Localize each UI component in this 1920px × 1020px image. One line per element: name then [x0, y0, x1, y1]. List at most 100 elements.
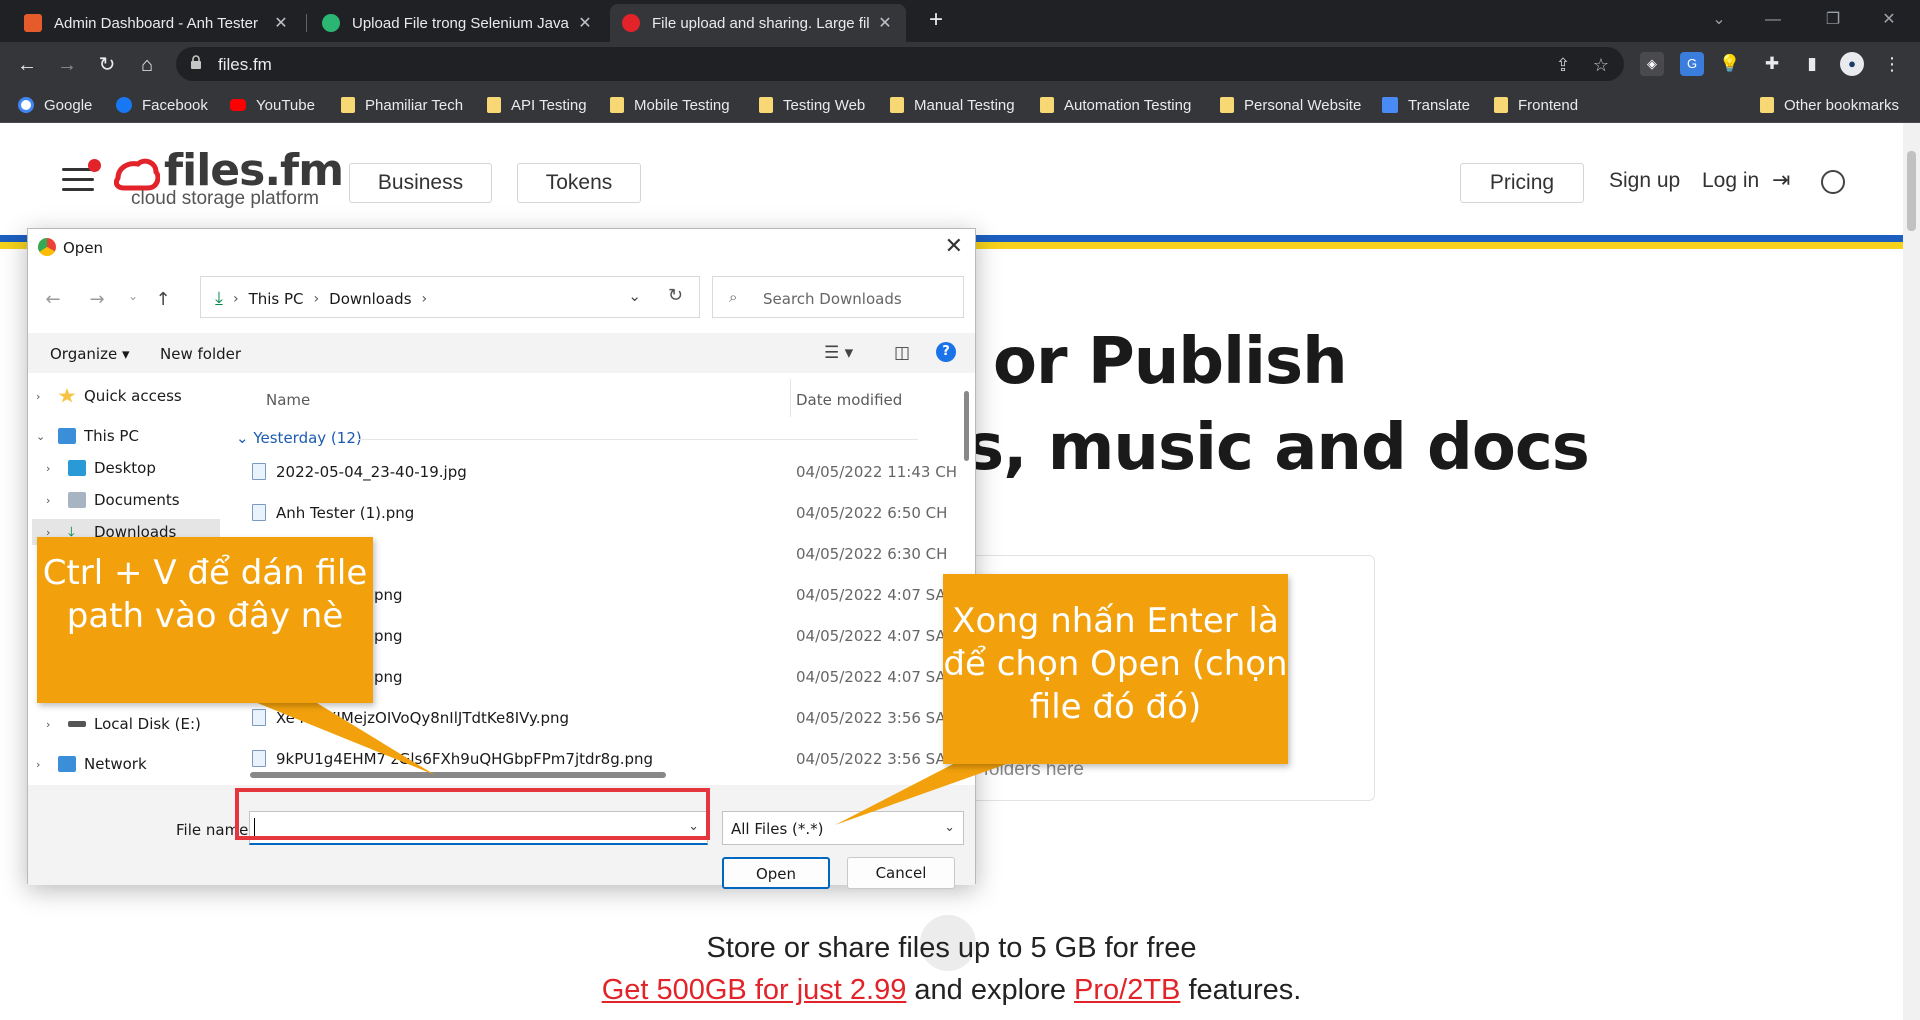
- nav-documents[interactable]: › Documents: [46, 487, 180, 513]
- column-divider[interactable]: [790, 379, 791, 417]
- bookmark-automation-testing[interactable]: Automation Testing: [1040, 94, 1191, 116]
- expand-arrow-icon[interactable]: ⌄: [36, 430, 50, 443]
- column-header-date-modified[interactable]: Date modified: [796, 391, 902, 409]
- page-scrollbar[interactable]: [1903, 123, 1920, 1020]
- get-500gb-link[interactable]: Get 500GB for just 2.99: [602, 974, 907, 1006]
- dialog-close-icon[interactable]: ✕: [945, 234, 963, 259]
- open-button[interactable]: Open: [722, 857, 830, 889]
- share-icon[interactable]: ⇪: [1552, 54, 1574, 76]
- right-callout: Xong nhấn Enter là để chọn Open (chọn fi…: [943, 574, 1288, 764]
- signup-link[interactable]: Sign up: [1609, 169, 1680, 193]
- business-button[interactable]: Business: [349, 163, 492, 203]
- menu-kebab-icon[interactable]: ⋮: [1880, 52, 1904, 76]
- organize-button[interactable]: Organize ▾: [50, 345, 130, 363]
- bookmark-testing-web[interactable]: Testing Web: [759, 94, 865, 116]
- up-folder-icon[interactable]: ↑: [152, 289, 174, 310]
- bookmark-manual-testing[interactable]: Manual Testing: [890, 94, 1015, 116]
- translate-extension-icon[interactable]: G: [1680, 52, 1704, 76]
- search-downloads-input[interactable]: ⌕ Search Downloads: [712, 276, 964, 318]
- login-link[interactable]: Log in: [1702, 169, 1759, 193]
- cancel-button[interactable]: Cancel: [847, 857, 955, 889]
- file-list-vertical-scrollbar[interactable]: [964, 391, 969, 461]
- dialog-title: Open: [63, 239, 104, 257]
- scrollbar-thumb[interactable]: [1907, 151, 1916, 231]
- language-globe-icon[interactable]: [1821, 170, 1845, 194]
- bookmark-mobile-testing[interactable]: Mobile Testing: [610, 94, 730, 116]
- nav-quick-access[interactable]: › Quick access: [36, 383, 182, 409]
- tab-close-icon[interactable]: ✕: [272, 13, 290, 33]
- tab-close-icon[interactable]: ✕: [576, 13, 594, 33]
- nav-local-disk-e[interactable]: › Local Disk (E:): [46, 711, 201, 737]
- tab-upload-file-selenium[interactable]: Upload File trong Selenium Java ✕: [310, 4, 606, 42]
- login-icon[interactable]: ⇥: [1772, 167, 1790, 193]
- dialog-back-icon[interactable]: ←: [42, 289, 64, 310]
- youtube-icon: [230, 99, 246, 111]
- tab-files-fm[interactable]: File upload and sharing. Large fil ✕: [610, 4, 906, 42]
- file-row[interactable]: 9kPU1g4EHM7 zGls6FXh9uQHGbpFPm7jtdr8g.pn…: [228, 742, 964, 776]
- address-dropdown-icon[interactable]: ⌄: [628, 287, 641, 305]
- bookmark-personal-website[interactable]: Personal Website: [1220, 94, 1361, 116]
- bookmark-label: Phamiliar Tech: [365, 96, 464, 114]
- extensions-puzzle-icon[interactable]: ✚: [1760, 52, 1784, 76]
- bookmark-translate[interactable]: Translate: [1382, 94, 1470, 116]
- dialog-forward-icon[interactable]: →: [86, 289, 108, 310]
- side-panel-icon[interactable]: ▮: [1800, 52, 1824, 76]
- minimize-button[interactable]: —: [1750, 4, 1796, 36]
- dialog-refresh-icon[interactable]: ↻: [668, 285, 683, 306]
- bookmark-phamiliar-tech[interactable]: Phamiliar Tech: [341, 94, 463, 116]
- bookmark-youtube[interactable]: YouTube: [230, 94, 315, 116]
- address-bar[interactable]: files.fm ⇪ ☆: [176, 47, 1624, 81]
- close-window-button[interactable]: ✕: [1866, 4, 1912, 36]
- file-row[interactable]: Xe kLnXIMejzOIVoQy8nIlJTdtKe8IVy.png 04/…: [228, 701, 964, 735]
- recent-locations-icon[interactable]: ⌄: [122, 289, 144, 303]
- view-options-icon[interactable]: ☰ ▾: [824, 343, 853, 363]
- file-row[interactable]: Anh Tester (1).png 04/05/2022 6:50 CH: [228, 496, 964, 530]
- extension-icon[interactable]: ◈: [1640, 52, 1664, 76]
- bookmark-star-icon[interactable]: ☆: [1590, 54, 1612, 76]
- pricing-button[interactable]: Pricing: [1460, 163, 1584, 203]
- chevron-down-icon[interactable]: ⌄: [944, 820, 955, 835]
- breadcrumb-downloads[interactable]: Downloads: [329, 290, 411, 308]
- preview-pane-icon[interactable]: ◫: [894, 343, 910, 363]
- restore-button[interactable]: ❐: [1810, 4, 1856, 36]
- breadcrumb-this-pc[interactable]: This PC: [249, 290, 304, 308]
- bookmark-other-bookmarks[interactable]: Other bookmarks: [1760, 94, 1899, 116]
- expand-arrow-icon[interactable]: ›: [46, 494, 60, 507]
- tokens-button[interactable]: Tokens: [517, 163, 641, 203]
- new-folder-button[interactable]: New folder: [160, 345, 241, 363]
- group-header-yesterday[interactable]: ⌄ Yesterday (12): [236, 429, 362, 447]
- tab-admin-dashboard[interactable]: Admin Dashboard - Anh Tester ✕: [12, 4, 302, 42]
- bookmark-frontend[interactable]: Frontend: [1494, 94, 1578, 116]
- expand-arrow-icon[interactable]: ›: [46, 718, 60, 731]
- column-header-name[interactable]: Name: [266, 391, 310, 409]
- tab-search-chevron-icon[interactable]: ⌄: [1696, 4, 1742, 36]
- tab-close-icon[interactable]: ✕: [876, 13, 894, 33]
- nav-desktop[interactable]: › Desktop: [46, 455, 156, 481]
- nav-this-pc[interactable]: ⌄ This PC: [36, 423, 139, 449]
- new-tab-button[interactable]: +: [922, 6, 950, 34]
- reload-icon[interactable]: ↻: [92, 50, 122, 80]
- tab-divider: [306, 14, 307, 32]
- expand-arrow-icon[interactable]: ›: [46, 462, 60, 475]
- free-storage-text: Store or share files up to 5 GB for free: [706, 932, 1197, 964]
- pro-2tb-link[interactable]: Pro/2TB: [1074, 974, 1180, 1006]
- expand-arrow-icon[interactable]: ›: [36, 758, 50, 771]
- bookmark-api-testing[interactable]: API Testing: [487, 94, 587, 116]
- browser-toolbar: ← → ↻ ⌂ files.fm ⇪ ☆ ◈ G 💡 ✚ ▮ ● ⋮: [0, 42, 1920, 87]
- nav-network[interactable]: › Network: [36, 751, 147, 777]
- home-icon[interactable]: ⌂: [132, 50, 162, 80]
- bookmark-google[interactable]: Google: [18, 94, 92, 116]
- help-icon[interactable]: ?: [936, 342, 956, 362]
- file-type-filter[interactable]: All Files (*.*) ⌄: [722, 811, 964, 845]
- hamburger-menu-icon[interactable]: [62, 159, 101, 192]
- bookmark-facebook[interactable]: Facebook: [116, 94, 208, 116]
- idea-extension-icon[interactable]: 💡: [1718, 52, 1742, 76]
- file-row[interactable]: 2022-05-04_23-40-19.jpg 04/05/2022 11:43…: [228, 455, 964, 489]
- collapse-chevron-icon: ⌄: [236, 429, 254, 447]
- expand-arrow-icon[interactable]: ›: [36, 390, 50, 403]
- file-list-horizontal-scrollbar[interactable]: [250, 772, 666, 778]
- forward-icon[interactable]: →: [52, 50, 82, 80]
- avatar[interactable]: ●: [1840, 52, 1864, 76]
- dialog-address-bar[interactable]: ⤓ › This PC › Downloads › ⌄ ↻: [200, 276, 700, 318]
- back-icon[interactable]: ←: [12, 50, 42, 80]
